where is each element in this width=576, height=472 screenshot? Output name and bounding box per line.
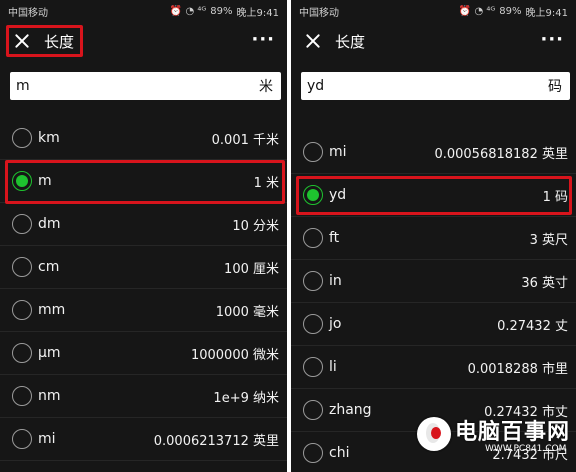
radio-unselected-icon[interactable]: [12, 257, 32, 277]
radio-unselected-icon[interactable]: [303, 271, 323, 291]
unit-value: 10 分米: [232, 218, 279, 234]
radio-unselected-icon[interactable]: [12, 214, 32, 234]
status-bar: 中国移动 ⏰ ◔ ⁴ᴳ 89% 晚上9:41: [291, 0, 576, 22]
input-unit: 米: [259, 79, 273, 95]
unit-code: jo: [329, 316, 342, 332]
radio-unselected-icon[interactable]: [303, 400, 323, 420]
input-value: m: [16, 78, 30, 94]
unit-value: 0.00056818182 英里: [434, 146, 568, 162]
unit-row-dm[interactable]: dm 10 分米: [0, 203, 287, 246]
unit-row-in[interactable]: in 36 英寸: [291, 260, 576, 303]
unit-code: cm: [38, 259, 60, 275]
unit-code: ft: [329, 230, 340, 246]
unit-code: li: [329, 359, 337, 375]
unit-value: 0.0018288 市里: [467, 361, 568, 377]
unit-list: km 0.001 千米 m 1 米 dm 10 分米 cm 100 厘米 mm 1000 毫米 µm…: [0, 117, 287, 461]
carrier-label: 中国移动: [299, 7, 339, 19]
unit-row-cm[interactable]: cm 100 厘米: [0, 246, 287, 289]
unit-code: mm: [38, 302, 66, 318]
unit-code: µm: [38, 345, 61, 361]
unit-row-mm[interactable]: mm 1000 毫米: [0, 289, 287, 332]
unit-value: 1000 毫米: [215, 304, 279, 320]
left-screenshot-panel: 中国移动 ⏰ ◔ ⁴ᴳ 89% 晚上9:41 长度 ··· m 米 km 0.00…: [0, 0, 287, 472]
radio-unselected-icon[interactable]: [12, 343, 32, 363]
unit-row-mi[interactable]: mi 0.0006213712 英里: [0, 418, 287, 461]
battery-label: 89%: [210, 5, 233, 17]
page-title: 长度: [335, 32, 366, 51]
radio-unselected-icon[interactable]: [303, 357, 323, 377]
unit-row-µm[interactable]: µm 1000000 微米: [0, 332, 287, 375]
unit-code: mi: [38, 431, 56, 447]
unit-code: km: [38, 130, 60, 146]
radio-unselected-icon[interactable]: [12, 429, 32, 449]
radio-unselected-icon[interactable]: [303, 443, 323, 463]
more-options-icon[interactable]: ···: [540, 31, 564, 49]
watermark-title: 电脑百事网: [454, 420, 570, 445]
title-bar: 长度 ···: [291, 22, 576, 60]
unit-code: mi: [329, 144, 347, 160]
unit-value: 1e+9 纳米: [213, 390, 279, 406]
unit-row-nm[interactable]: nm 1e+9 纳米: [0, 375, 287, 418]
unit-value: 1 米: [253, 175, 279, 191]
radio-unselected-icon[interactable]: [303, 142, 323, 162]
watermark-url: WWW.PC841.COM: [484, 444, 567, 454]
unit-row-yd[interactable]: yd 1 码: [291, 174, 576, 217]
radio-unselected-icon[interactable]: [12, 300, 32, 320]
unit-value: 36 英寸: [521, 275, 568, 291]
close-icon[interactable]: [14, 33, 30, 49]
battery-label: 89%: [499, 5, 522, 17]
unit-value: 0.27432 丈: [497, 318, 568, 334]
unit-row-km[interactable]: km 0.001 千米: [0, 117, 287, 160]
time-label: 晚上9:41: [525, 7, 568, 19]
unit-code: chi: [329, 445, 350, 461]
radio-selected-icon[interactable]: [12, 171, 32, 191]
radio-unselected-icon[interactable]: [12, 128, 32, 148]
unit-value: 3 英尺: [529, 232, 568, 248]
unit-value: 1 码: [542, 189, 568, 205]
close-icon[interactable]: [305, 33, 321, 49]
signal-icons: ⏰ ◔ ⁴ᴳ: [458, 5, 496, 17]
input-value: yd: [307, 78, 325, 94]
unit-code: yd: [329, 187, 347, 203]
unit-value: 0.001 千米: [211, 132, 279, 148]
unit-code: zhang: [329, 402, 372, 418]
unit-code: dm: [38, 216, 61, 232]
radio-selected-icon[interactable]: [303, 185, 323, 205]
right-screenshot-panel: 中国移动 ⏰ ◔ ⁴ᴳ 89% 晚上9:41 长度 ··· yd 码 mi 0.0…: [291, 0, 576, 472]
unit-input-field[interactable]: yd 码: [301, 72, 570, 100]
unit-value: 1000000 微米: [190, 347, 279, 363]
unit-code: in: [329, 273, 342, 289]
status-bar: 中国移动 ⏰ ◔ ⁴ᴳ 89% 晚上9:41: [0, 0, 287, 22]
signal-icons: ⏰ ◔ ⁴ᴳ: [169, 5, 207, 17]
unit-row-ft[interactable]: ft 3 英尺: [291, 217, 576, 260]
radio-unselected-icon[interactable]: [12, 386, 32, 406]
more-options-icon[interactable]: ···: [251, 31, 275, 49]
unit-code: m: [38, 173, 52, 189]
unit-row-mi[interactable]: mi 0.00056818182 英里: [291, 131, 576, 174]
title-bar: 长度 ···: [0, 22, 287, 60]
site-watermark: 电脑百事网 WWW.PC841.COM: [416, 414, 570, 454]
unit-row-jo[interactable]: jo 0.27432 丈: [291, 303, 576, 346]
site-logo-icon: [416, 417, 451, 451]
unit-row-li[interactable]: li 0.0018288 市里: [291, 346, 576, 389]
input-unit: 码: [548, 79, 562, 95]
unit-value: 100 厘米: [224, 261, 279, 277]
unit-row-m[interactable]: m 1 米: [0, 160, 287, 203]
page-title: 长度: [44, 32, 75, 51]
time-label: 晚上9:41: [236, 7, 279, 19]
unit-code: nm: [38, 388, 61, 404]
unit-value: 0.0006213712 英里: [153, 433, 279, 449]
unit-input-field[interactable]: m 米: [10, 72, 281, 100]
carrier-label: 中国移动: [8, 7, 48, 19]
radio-unselected-icon[interactable]: [303, 314, 323, 334]
radio-unselected-icon[interactable]: [303, 228, 323, 248]
